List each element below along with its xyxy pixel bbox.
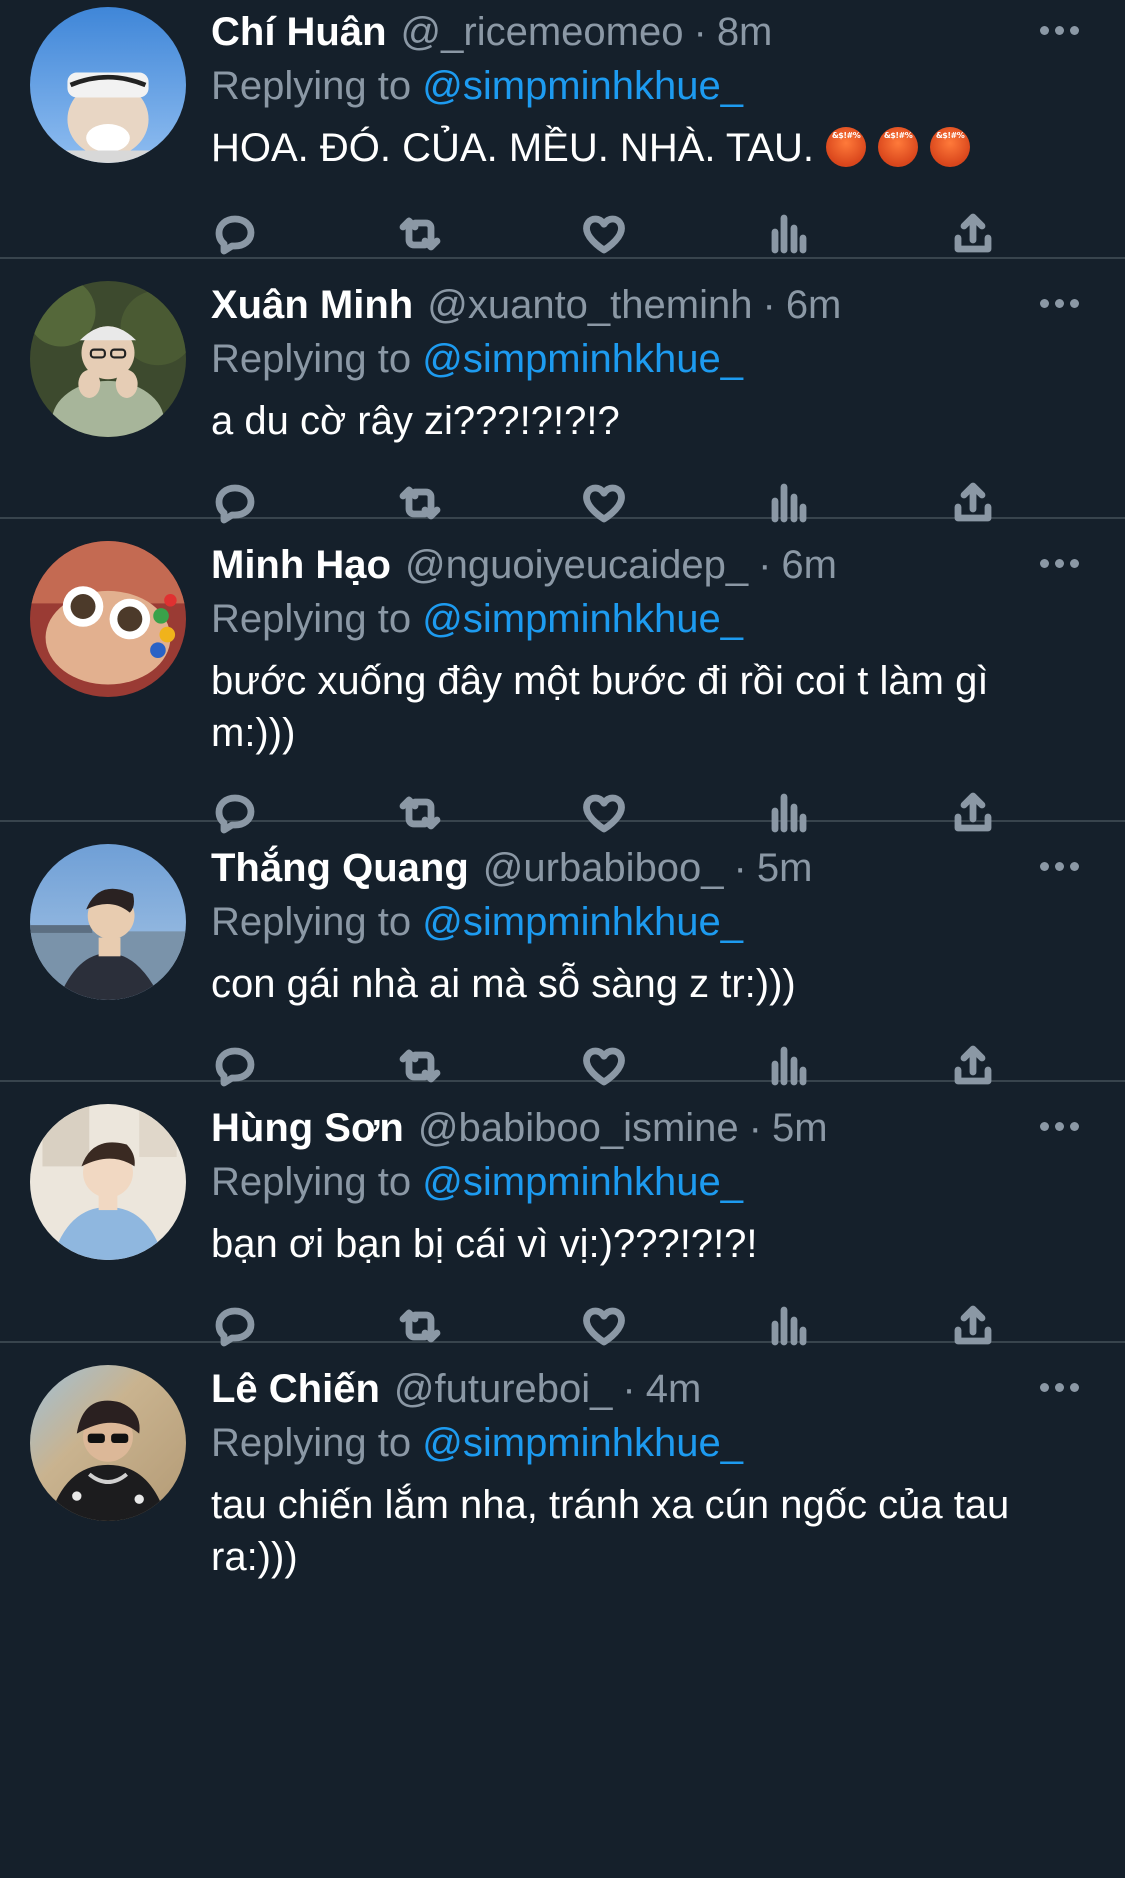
display-name[interactable]: Chí Huân: [211, 8, 387, 56]
separator-dot: ·: [733, 846, 747, 890]
separator-dot: ·: [762, 283, 776, 327]
avatar-image: [30, 7, 186, 163]
share-icon: [954, 213, 992, 253]
mention-link[interactable]: @simpminhkhue_: [422, 597, 743, 641]
avatar-image: [30, 281, 186, 437]
display-name[interactable]: Thắng Quang: [211, 844, 469, 892]
avatar[interactable]: [30, 1104, 186, 1260]
retweet-button[interactable]: [394, 208, 446, 260]
user-handle[interactable]: @_ricemeomeo: [401, 8, 684, 56]
user-handle[interactable]: @urbabiboo_: [483, 844, 724, 892]
retweet-icon: [399, 217, 440, 251]
tweet-text: con gái nhà ai mà sỗ sàng z tr:))): [211, 962, 796, 1006]
tweet-reply[interactable]: Chí Huân @_ricemeomeo · 8m Replying to @…: [0, 0, 1125, 259]
tweet-reply[interactable]: Hùng Sơn @babiboo_ismine · 5m Replying t…: [0, 1082, 1125, 1347]
user-handle[interactable]: @nguoiyeucaidep_: [405, 541, 748, 589]
replying-to-line: Replying to @simpminhkhue_: [211, 337, 1097, 381]
tweet-text: HOA. ĐÓ. CỦA. MỀU. NHÀ. TAU.: [211, 122, 1097, 174]
avatar-image: [30, 1104, 186, 1260]
analytics-button[interactable]: [763, 208, 815, 260]
replying-to-label: Replying to: [211, 1421, 412, 1465]
mention-link[interactable]: @simpminhkhue_: [422, 1421, 743, 1465]
timestamp[interactable]: 8m: [717, 8, 773, 56]
replying-to-line: Replying to @simpminhkhue_: [211, 597, 1097, 641]
replying-to-line: Replying to @simpminhkhue_: [211, 64, 1097, 108]
separator-dot: ·: [622, 1367, 636, 1411]
reply-feed: Chí Huân @_ricemeomeo · 8m Replying to @…: [0, 0, 1125, 1608]
user-handle[interactable]: @futureboi_: [394, 1365, 613, 1413]
timestamp[interactable]: 4m: [646, 1365, 702, 1413]
tweet-text: bước xuống đây một bước đi rồi coi t làm…: [211, 659, 989, 755]
more-options-icon[interactable]: [1037, 1114, 1081, 1138]
avatar[interactable]: [30, 541, 186, 697]
tweet-reply[interactable]: Lê Chiến @futureboi_ · 4m Replying to @s…: [0, 1343, 1125, 1608]
replying-to-line: Replying to @simpminhkhue_: [211, 900, 1097, 944]
tweet-text: bạn ơi bạn bị cái vì vị:)???!?!?!: [211, 1222, 758, 1266]
avatar-image: [30, 541, 186, 697]
separator-dot: ·: [758, 543, 772, 587]
more-options-icon[interactable]: [1037, 18, 1081, 42]
replying-to-label: Replying to: [211, 337, 412, 381]
symbols-over-mouth-emoji: [930, 127, 971, 167]
display-name[interactable]: Minh Hạo: [211, 541, 391, 589]
timestamp[interactable]: 5m: [772, 1104, 828, 1152]
replying-to-line: Replying to @simpminhkhue_: [211, 1421, 1097, 1465]
replying-to-label: Replying to: [211, 1160, 412, 1204]
reply-button[interactable]: [209, 208, 261, 260]
tweet-text-content: HOA. ĐÓ. CỦA. MỀU. NHÀ. TAU.: [211, 126, 815, 170]
display-name[interactable]: Xuân Minh: [211, 281, 413, 329]
replying-to-label: Replying to: [211, 64, 412, 108]
like-button[interactable]: [578, 208, 630, 260]
user-handle[interactable]: @xuanto_theminh: [427, 281, 752, 329]
avatar[interactable]: [30, 7, 186, 163]
avatar[interactable]: [30, 844, 186, 1000]
mention-link[interactable]: @simpminhkhue_: [422, 337, 743, 381]
tweet-actions: [209, 204, 999, 264]
mention-link[interactable]: @simpminhkhue_: [422, 64, 743, 108]
tweet-reply[interactable]: Thắng Quang @urbabiboo_ · 5m Replying to…: [0, 822, 1125, 1087]
timestamp[interactable]: 6m: [781, 541, 837, 589]
tweet-reply[interactable]: Xuân Minh @xuanto_theminh · 6m Replying …: [0, 259, 1125, 524]
replying-to-label: Replying to: [211, 900, 412, 944]
more-options-icon[interactable]: [1037, 551, 1081, 575]
tweet-text: a du cờ rây zi???!?!?!?: [211, 399, 620, 443]
more-options-icon[interactable]: [1037, 1375, 1081, 1399]
mention-link[interactable]: @simpminhkhue_: [422, 1160, 743, 1204]
avatar[interactable]: [30, 1365, 186, 1521]
symbols-over-mouth-emoji: [878, 127, 919, 167]
replying-to-label: Replying to: [211, 597, 412, 641]
avatar[interactable]: [30, 281, 186, 437]
more-options-icon[interactable]: [1037, 854, 1081, 878]
like-icon: [583, 215, 625, 254]
replying-to-line: Replying to @simpminhkhue_: [211, 1160, 1097, 1204]
reply-icon: [215, 215, 255, 255]
avatar-image: [30, 1365, 186, 1521]
share-button[interactable]: [947, 208, 999, 260]
display-name[interactable]: Lê Chiến: [211, 1365, 380, 1413]
avatar-image: [30, 844, 186, 1000]
mention-link[interactable]: @simpminhkhue_: [422, 900, 743, 944]
more-options-icon[interactable]: [1037, 291, 1081, 315]
display-name[interactable]: Hùng Sơn: [211, 1104, 404, 1152]
separator-dot: ·: [693, 10, 707, 54]
analytics-icon: [771, 214, 806, 254]
user-handle[interactable]: @babiboo_ismine: [418, 1104, 739, 1152]
separator-dot: ·: [748, 1106, 762, 1150]
tweet-reply[interactable]: Minh Hạo @nguoiyeucaidep_ · 6m Replying …: [0, 519, 1125, 834]
symbols-over-mouth-emoji: [826, 127, 867, 167]
timestamp[interactable]: 6m: [786, 281, 842, 329]
timestamp[interactable]: 5m: [757, 844, 813, 892]
tweet-text: tau chiến lắm nha, tránh xa cún ngốc của…: [211, 1483, 1010, 1579]
